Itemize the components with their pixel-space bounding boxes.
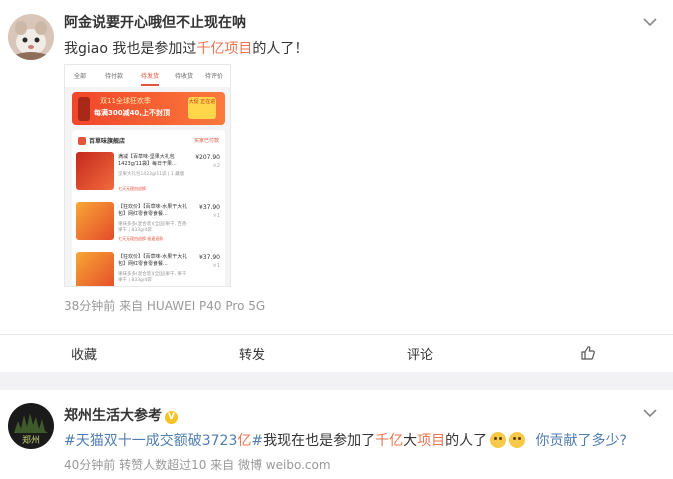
product-spec: 坚果大礼包1423g/11袋 | 1 藏版: [118, 172, 185, 177]
chevron-down-icon[interactable]: [643, 408, 657, 418]
post-text-highlight: 项目: [417, 433, 446, 449]
product-tag: 七天无理由退换: [118, 186, 146, 191]
doge-emoji-icon: [509, 432, 526, 448]
comment-label: 评论: [406, 347, 433, 363]
product-title: 满减【百草味-坚果大礼包1423g/11袋】每日干果...: [118, 154, 177, 167]
product-qty: ×1: [212, 213, 220, 219]
post-text-part: 我giao 我也是参加过: [64, 41, 197, 57]
order-item: 【狂欢价】【百草味-水果干大礼包】网红零食零食餐... 果味多多(混合装)[全国…: [76, 252, 222, 286]
thumbs-up-icon: [581, 346, 595, 360]
post-text-part: 大: [403, 433, 418, 449]
post-image[interactable]: 全部 待付款 待发货 待收货 待评价 双11全球狂欢季 每满300减40,上不封…: [64, 64, 231, 287]
doge-emoji-icon: [490, 432, 507, 448]
comment-button[interactable]: 评论: [336, 334, 504, 372]
post-text-part: 我现在也是参加了: [263, 433, 376, 449]
post-text: #天猫双十一成交额破3723亿#我现在也是参加了千亿大项目的人了 你贡献了多少?: [64, 430, 627, 450]
user-avatar[interactable]: 郑州: [8, 403, 54, 449]
avatar-text: 郑州: [22, 434, 40, 446]
repost-label: 转发: [238, 347, 265, 363]
promo-bottle-image: [78, 97, 90, 121]
tab-pending-receipt: 待收货: [175, 73, 194, 80]
hashtag-text: #: [251, 433, 264, 449]
banner-subtitle: 每满300减40,上不封顶: [94, 109, 171, 117]
favorite-button[interactable]: 收藏: [0, 334, 168, 372]
product-spec: 果味多多(混合装)[全国]果干, 百香果干 | 833g/4袋: [118, 222, 187, 233]
tab-pending-review: 待评价: [205, 73, 224, 80]
product-title: 【狂欢价】【百草味-水果干大礼包】网红零食零食餐...: [118, 204, 188, 217]
post-text-highlight: 千亿项目: [196, 41, 253, 57]
hashtag-highlight: 亿: [237, 433, 252, 449]
verified-badge-icon: V: [165, 411, 178, 424]
product-price: ¥37.90: [199, 204, 220, 211]
post-meta: 40分钟前 转赞人数超过10 来自 微博 weibo.com: [64, 458, 331, 472]
tab-pending-payment: 待付款: [105, 73, 124, 80]
product-thumbnail: [76, 202, 114, 240]
like-button[interactable]: [504, 334, 672, 372]
order-status: 买家已付款: [193, 138, 219, 144]
product-qty: ×1: [212, 263, 220, 269]
product-title: 【狂欢价】【百草味-水果干大礼包】网红零食零食餐...: [118, 254, 188, 267]
post-text: 我giao 我也是参加过千亿项目的人了！: [64, 38, 308, 58]
hashtag-text: #天猫双十一成交额破3723: [64, 433, 238, 449]
post-text-part: 的人了: [445, 433, 488, 449]
product-price: ¥207.90: [195, 154, 220, 161]
question-text: 你贡献了多少?: [535, 433, 627, 449]
product-qty: ×2: [212, 163, 220, 169]
username[interactable]: 阿金说要开心哦但不止现在呐: [64, 12, 246, 32]
order-tabs: 全部 待付款 待发货 待收货 待评价: [65, 65, 230, 87]
tab-all: 全部: [74, 73, 87, 80]
store-order-card: 百草味旗舰店 买家已付款 满减【百草味-坚果大礼包1423g/11袋】每日干果.…: [72, 130, 225, 286]
product-tag: 七天无理由退换 极速退款: [118, 236, 164, 241]
post-text-highlight: 千亿: [375, 433, 404, 449]
store-name: 百草味旗舰店: [89, 138, 126, 145]
store-logo-icon: [78, 137, 86, 145]
hashtag-link[interactable]: #天猫双十一成交额破3723亿#: [64, 433, 263, 449]
post-meta: 38分钟前 来自 HUAWEI P40 Pro 5G: [64, 299, 266, 313]
favorite-label: 收藏: [70, 347, 97, 363]
banner-title: 双11全球狂欢季: [100, 97, 151, 105]
user-avatar[interactable]: [8, 14, 54, 60]
post-text-part: 的人了！: [252, 41, 309, 57]
username[interactable]: 郑州生活大参考 V: [64, 405, 178, 425]
product-price: ¥37.90: [199, 254, 220, 261]
repost-button[interactable]: 转发: [168, 334, 336, 372]
order-item: 满减【百草味-坚果大礼包1423g/11袋】每日干果... 坚果大礼包1423g…: [76, 152, 222, 200]
tab-pending-shipment: 待发货: [141, 73, 160, 80]
active-tab-indicator: [141, 84, 159, 86]
username-text: 郑州生活大参考: [64, 408, 162, 424]
product-thumbnail: [76, 252, 114, 286]
promo-banner: 双11全球狂欢季 每满300减40,上不封顶 大促 正在进: [72, 92, 225, 125]
chevron-down-icon[interactable]: [643, 17, 657, 27]
weibo-post-card: 阿金说要开心哦但不止现在呐 我giao 我也是参加过千亿项目的人了！ 全部 待付…: [0, 0, 673, 372]
product-thumbnail: [76, 152, 114, 190]
banner-badge: 大促 正在进: [188, 97, 216, 119]
order-item: 【狂欢价】【百草味-水果干大礼包】网红零食零食餐... 果味多多(混合装)[全国…: [76, 202, 222, 250]
product-spec: 果味多多(混合装)[全国]果干, 果干果干 | 833g/4袋: [118, 272, 187, 283]
